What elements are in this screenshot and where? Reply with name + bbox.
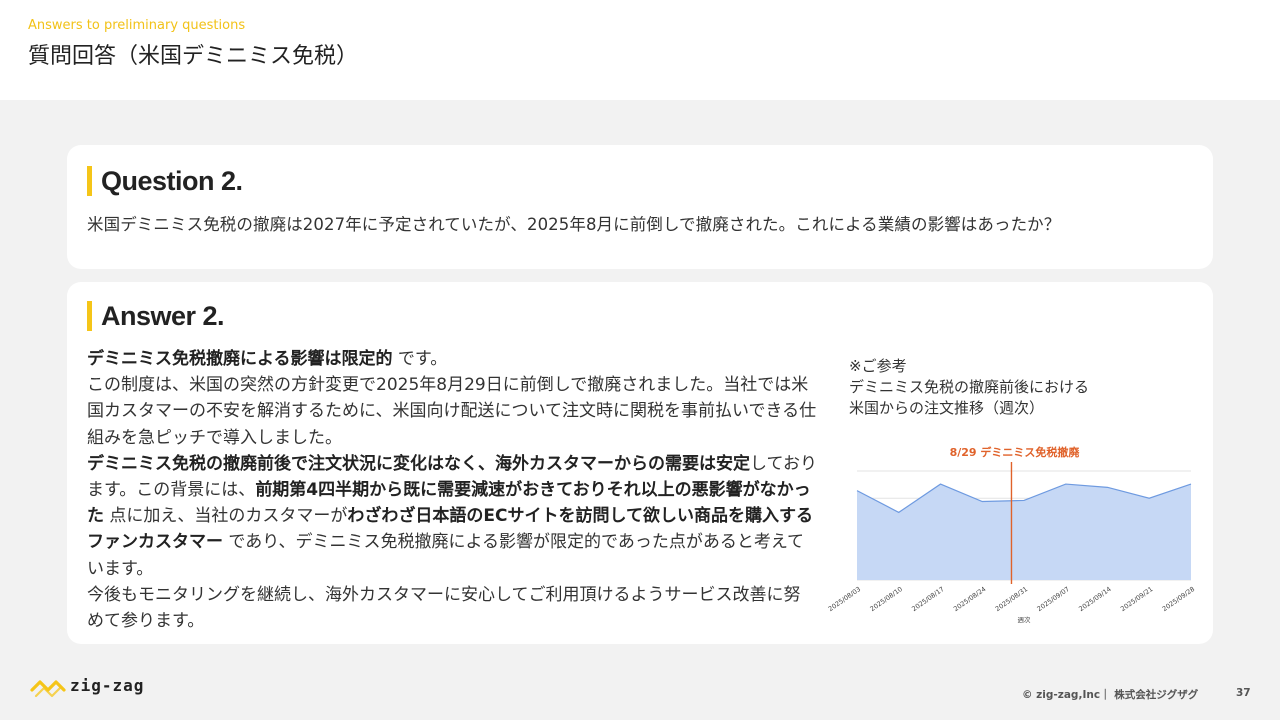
x-tick-label: 2025/09/21 xyxy=(1119,585,1154,613)
x-tick-label: 2025/08/03 xyxy=(827,585,862,613)
chart-note: ※ご参考 デミニミス免税の撤廃前後における 米国からの注文推移（週次） xyxy=(849,356,1089,419)
answer-heading: Answer 2. xyxy=(87,301,225,331)
x-tick-label: 2025/08/31 xyxy=(994,585,1029,613)
orders-chart-svg: 8/29 デミニミス免税撤廃2025/08/03 2025/08/10 2025/0… xyxy=(827,445,1196,624)
x-tick-label: 2025/08/17 xyxy=(910,585,945,613)
answer-text: です。 xyxy=(392,349,448,369)
answer-text: 点に加え、当社のカスタマーが xyxy=(104,506,348,527)
page-number: 37 xyxy=(1236,687,1251,699)
question-text: 米国デミニミス免税の撤廃は2027年に予定されていたが、2025年8月に前倒しで… xyxy=(87,215,1061,234)
x-axis-label: 週次 xyxy=(1018,615,1032,624)
answer-text: この制度は、米国の突然の方針変更で2025年8月29日に前倒しで撤廃されました。… xyxy=(87,375,817,448)
answer-emphasis: デミニミス免税の撤廃前後で注文状況に変化はなく、海外カスタマーからの需要は安定 xyxy=(87,453,750,474)
x-tick-label: 2025/09/07 xyxy=(1036,585,1071,613)
x-tick-label: 2025/08/24 xyxy=(952,585,987,613)
note-line-3: 米国からの注文推移（週次） xyxy=(849,399,1045,417)
answer-text: 今後もモニタリングを継続し、海外カスタマーに安心してご利用頂けるようサービス改善… xyxy=(87,584,801,632)
logo-text: zig-zag xyxy=(70,676,145,695)
question-card: Question 2. 米国デミニミス免税の撤廃は2027年に予定されていたが、… xyxy=(67,145,1213,269)
footer-copyright: © zig-zag,Inc｜ 株式会社ジグザグ xyxy=(1022,689,1199,701)
x-tick-label: 2025/09/14 xyxy=(1077,585,1112,613)
page-title: 質問回答（米国デミニミス免税） xyxy=(28,44,359,69)
note-line-1: ※ご参考 xyxy=(849,357,907,375)
header-subtitle: Answers to preliminary questions xyxy=(28,18,246,33)
x-tick-label: 2025/08/10 xyxy=(869,585,904,613)
x-tick-label: 2025/09/28 xyxy=(1161,585,1196,613)
orders-chart: 8/29 デミニミス免税撤廃 2025/08/03 2025/08/10 2025/0… xyxy=(825,436,1205,632)
answer-emphasis: デミニミス免税撤廃による影響は限定的 xyxy=(87,349,393,369)
question-heading: Question 2. xyxy=(87,166,243,196)
answer-body: デミニミス免税撤廃による影響は限定的 です。この制度は、米国の突然の方針変更で2… xyxy=(87,346,817,634)
note-line-2: デミニミス免税の撤廃前後における xyxy=(849,378,1090,396)
answer-card: Answer 2. デミニミス免税撤廃による影響は限定的 です。この制度は、米国… xyxy=(67,282,1213,644)
header: Answers to preliminary questions 質問回答（米国… xyxy=(0,0,1280,100)
annotation-label: 8/29 デミニミス免税撤廃 xyxy=(950,445,1081,459)
